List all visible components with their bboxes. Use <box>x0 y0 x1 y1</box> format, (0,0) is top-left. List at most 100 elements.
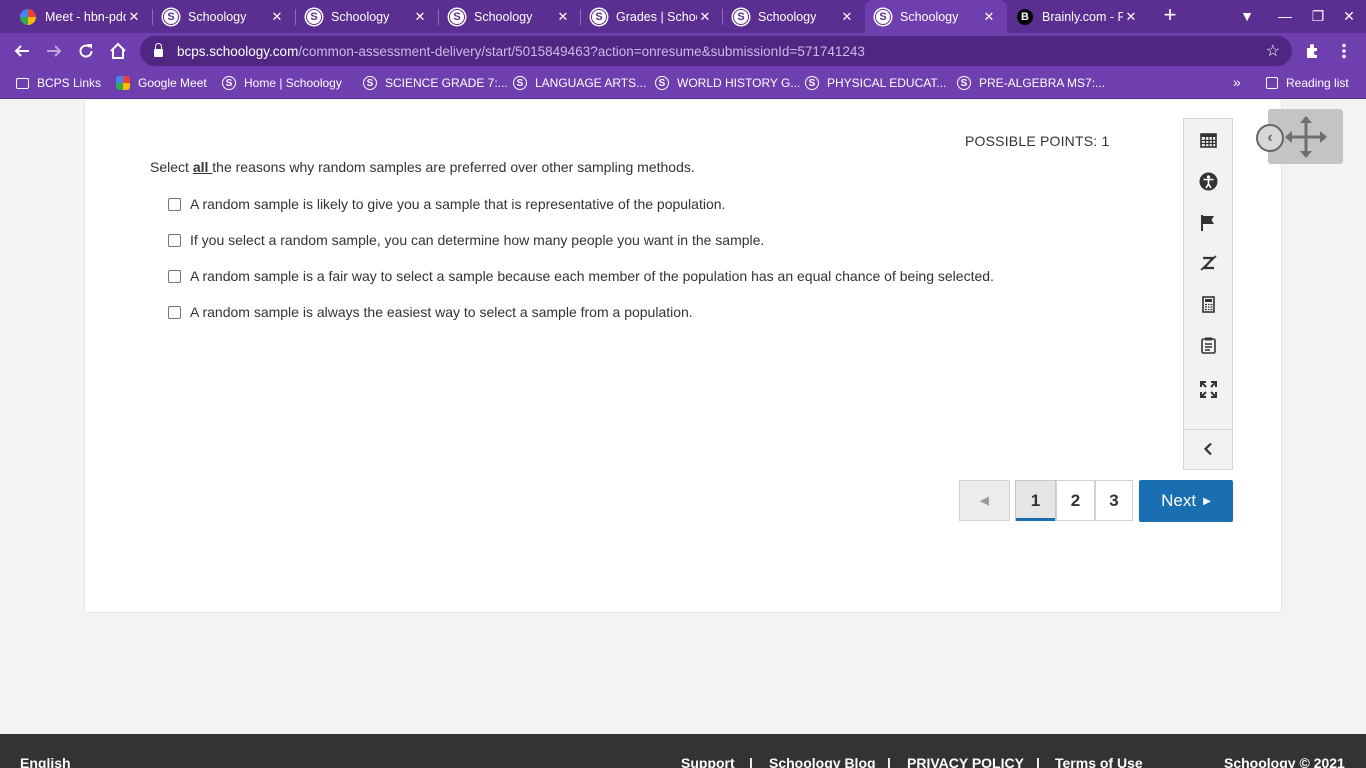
google-meet-icon <box>116 76 130 90</box>
answer-choice[interactable]: A random sample is a fair way to select … <box>168 268 994 284</box>
home-icon[interactable] <box>104 37 132 65</box>
tab-title: Grades | Schoology <box>616 9 697 24</box>
restore-icon[interactable]: ❐ <box>1305 4 1331 28</box>
bookmarks-bar: BCPS Links Google Meet S Home | Schoology… <box>0 69 1366 99</box>
close-icon[interactable]: ✕ <box>1123 9 1139 25</box>
close-icon[interactable]: ✕ <box>555 9 571 25</box>
footer-separator: | <box>749 755 753 768</box>
schoology-icon: S <box>805 76 819 90</box>
answer-checkbox[interactable] <box>168 269 181 283</box>
site-footer: English Support | Schoology Blog | PRIVA… <box>0 734 1366 768</box>
question-card: POSSIBLE POINTS: 1 Select all the reason… <box>84 100 1282 613</box>
next-button[interactable]: Next ▶ <box>1139 480 1233 522</box>
answer-text: A random sample is always the easiest wa… <box>190 304 693 320</box>
flag-icon[interactable] <box>1184 204 1232 240</box>
new-tab-button[interactable]: + <box>1158 4 1182 28</box>
bookmark-item[interactable]: S LANGUAGE ARTS... <box>513 76 646 90</box>
forward-icon[interactable] <box>40 37 68 65</box>
play-arrow-icon: ▶ <box>1203 495 1211 507</box>
schoology-icon: S <box>957 76 971 90</box>
panel-divider <box>1184 429 1232 430</box>
answer-choice[interactable]: A random sample is likely to give you a … <box>168 196 725 212</box>
schoology-icon: S <box>363 76 377 90</box>
chevron-left-icon[interactable] <box>1184 431 1232 467</box>
footer-separator: | <box>1036 755 1040 768</box>
reload-icon[interactable] <box>72 37 100 65</box>
fullscreen-icon[interactable] <box>1184 371 1232 407</box>
close-window-icon[interactable]: ✕ <box>1336 4 1362 28</box>
address-bar[interactable]: bcps.schoology.com/common-assessment-del… <box>140 36 1292 66</box>
collapse-panel-icon[interactable]: ‹ <box>1256 124 1284 152</box>
notepad-icon[interactable] <box>1184 327 1232 363</box>
close-icon[interactable]: ✕ <box>981 9 997 25</box>
browser-tab[interactable]: Meet - hbn-pdq ✕ <box>10 0 152 33</box>
more-bookmarks-icon[interactable]: » <box>1233 74 1241 90</box>
copyright: Schoology © 2021 <box>1224 755 1345 768</box>
answer-checkbox[interactable] <box>168 233 181 247</box>
close-icon[interactable]: ✕ <box>412 9 428 25</box>
close-icon[interactable]: ✕ <box>269 9 285 25</box>
answer-choice[interactable]: If you select a random sample, you can d… <box>168 232 764 248</box>
page-button[interactable]: 3 <box>1095 480 1133 521</box>
browser-tab[interactable]: S Schoology ✕ <box>153 0 295 33</box>
answer-text: If you select a random sample, you can d… <box>190 232 765 248</box>
browser-tab[interactable]: S Schoology ✕ <box>439 0 581 33</box>
browser-tab[interactable]: B Brainly.com - F ✕ <box>1007 0 1149 33</box>
bookmark-label: PHYSICAL EDUCAT... <box>827 76 947 90</box>
browser-tab[interactable]: S Schoology ✕ <box>296 0 438 33</box>
reading-list-button[interactable]: Reading list <box>1266 76 1349 90</box>
calculator-icon[interactable] <box>1184 286 1232 322</box>
calendar-grid-icon[interactable] <box>1184 122 1232 158</box>
browser-tab-active[interactable]: S Schoology ✕ <box>865 0 1007 33</box>
close-icon[interactable]: ✕ <box>839 9 855 25</box>
question-prompt: Select all the reasons why random sample… <box>150 159 695 175</box>
answer-choice[interactable]: A random sample is always the easiest wa… <box>168 304 693 320</box>
eliminate-icon[interactable] <box>1184 245 1232 281</box>
minimize-icon[interactable]: — <box>1272 4 1298 28</box>
answer-checkbox[interactable] <box>168 305 181 319</box>
tab-title: Schoology <box>758 9 817 24</box>
bookmark-label: Google Meet <box>138 76 207 90</box>
bookmark-item[interactable]: S WORLD HISTORY G... <box>655 76 800 90</box>
tab-title: Schoology <box>474 9 533 24</box>
footer-link-support[interactable]: Support <box>681 756 735 768</box>
previous-page-button[interactable]: ◀ <box>959 480 1010 521</box>
footer-link-terms[interactable]: Terms of Use <box>1055 756 1143 768</box>
answer-text: A random sample is a fair way to select … <box>190 268 994 284</box>
url-host: bcps.schoology.com <box>177 43 299 59</box>
close-icon[interactable]: ✕ <box>697 9 713 25</box>
tab-strip: Meet - hbn-pdq ✕ S Schoology ✕ S Schoolo… <box>0 0 1366 33</box>
tab-search-icon[interactable]: ▼ <box>1234 4 1260 28</box>
schoology-icon: S <box>591 8 607 25</box>
next-label: Next <box>1161 491 1197 510</box>
bookmark-star-icon[interactable]: ☆ <box>1266 41 1280 61</box>
lock-icon <box>154 43 163 57</box>
schoology-icon: S <box>306 8 322 25</box>
answer-text: A random sample is likely to give you a … <box>190 196 726 212</box>
bookmark-label: PRE-ALGEBRA MS7:... <box>979 76 1106 90</box>
bookmark-item[interactable]: S PHYSICAL EDUCAT... <box>805 76 946 90</box>
tab-title: Brainly.com - F <box>1042 9 1123 24</box>
footer-link-privacy[interactable]: PRIVACY POLICY <box>907 756 1024 768</box>
reading-list-label: Reading list <box>1286 76 1349 90</box>
page-button-current[interactable]: 1 <box>1015 480 1056 521</box>
tab-title: Schoology <box>331 9 390 24</box>
page-button[interactable]: 2 <box>1056 480 1095 521</box>
answer-checkbox[interactable] <box>168 197 181 211</box>
browser-tab[interactable]: S Schoology ✕ <box>723 0 865 33</box>
bookmark-label: WORLD HISTORY G... <box>677 76 801 90</box>
bookmark-item[interactable]: S SCIENCE GRADE 7:... <box>363 76 508 90</box>
language-selector[interactable]: English <box>20 756 71 768</box>
menu-icon[interactable] <box>1330 37 1358 65</box>
footer-link-blog[interactable]: Schoology Blog <box>769 756 876 768</box>
accessibility-icon[interactable] <box>1184 163 1232 199</box>
bookmark-item[interactable]: Google Meet <box>116 76 207 90</box>
bookmark-item[interactable]: S Home | Schoology <box>222 76 342 90</box>
extensions-icon[interactable] <box>1298 37 1326 65</box>
close-icon[interactable]: ✕ <box>126 9 142 25</box>
bookmark-item[interactable]: S PRE-ALGEBRA MS7:... <box>957 76 1105 90</box>
browser-tab[interactable]: S Grades | Schoology ✕ <box>581 0 723 33</box>
bookmark-item[interactable]: BCPS Links <box>16 76 101 90</box>
back-icon[interactable] <box>8 37 36 65</box>
schoology-icon: S <box>449 8 465 25</box>
